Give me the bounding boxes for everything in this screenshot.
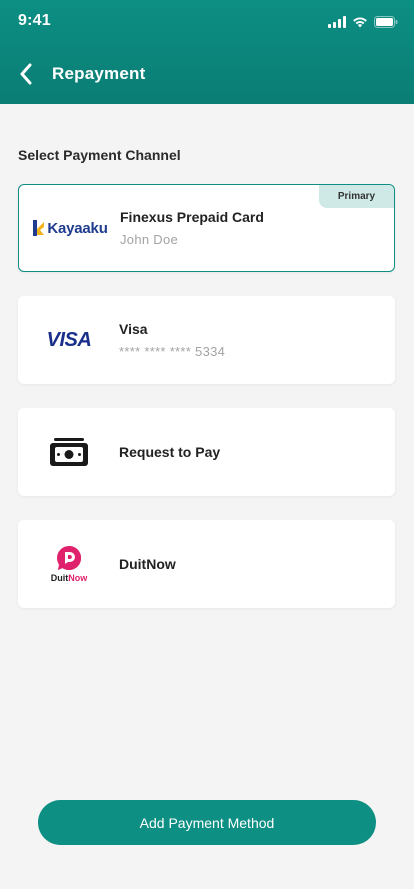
add-payment-method-button[interactable]: Add Payment Method xyxy=(38,800,376,845)
visa-logo: VISA xyxy=(46,328,92,351)
primary-badge: Primary xyxy=(319,185,394,208)
channel-title: Visa xyxy=(119,321,148,337)
status-time: 9:41 xyxy=(18,12,51,29)
status-icons xyxy=(328,14,398,30)
battery-icon xyxy=(374,16,398,28)
channel-subtitle: John Doe xyxy=(120,232,179,247)
channel-title: DuitNow xyxy=(119,556,176,572)
signal-icon xyxy=(328,16,346,28)
status-bar: 9:41 xyxy=(0,0,414,44)
payment-channel-request-to-pay[interactable]: Request to Pay xyxy=(18,408,395,496)
payment-channel-visa[interactable]: VISA Visa **** **** **** 5334 xyxy=(18,296,395,384)
nav-bar: Repayment xyxy=(0,52,414,96)
duitnow-logo: DuitNow xyxy=(18,520,120,608)
chevron-left-icon xyxy=(20,63,32,85)
channel-title: Finexus Prepaid Card xyxy=(120,209,264,225)
page-title: Repayment xyxy=(52,64,146,83)
payment-channel-finexus-card[interactable]: Kayaaku Finexus Prepaid Card John Doe Pr… xyxy=(18,184,395,272)
header: 9:41 Repayment xyxy=(0,0,414,104)
payment-channel-duitnow[interactable]: DuitNow DuitNow xyxy=(18,520,395,608)
kayaaku-logo: Kayaaku xyxy=(19,185,121,271)
wifi-icon xyxy=(352,16,368,28)
card-number-masked: **** **** **** 5334 xyxy=(119,344,226,359)
channel-title: Request to Pay xyxy=(119,444,221,460)
cash-icon xyxy=(18,408,120,496)
back-button[interactable] xyxy=(14,60,38,88)
section-title: Select Payment Channel xyxy=(18,147,181,163)
repayment-screen: 9:41 Repayment Select Payment Channel Ka… xyxy=(0,0,414,889)
